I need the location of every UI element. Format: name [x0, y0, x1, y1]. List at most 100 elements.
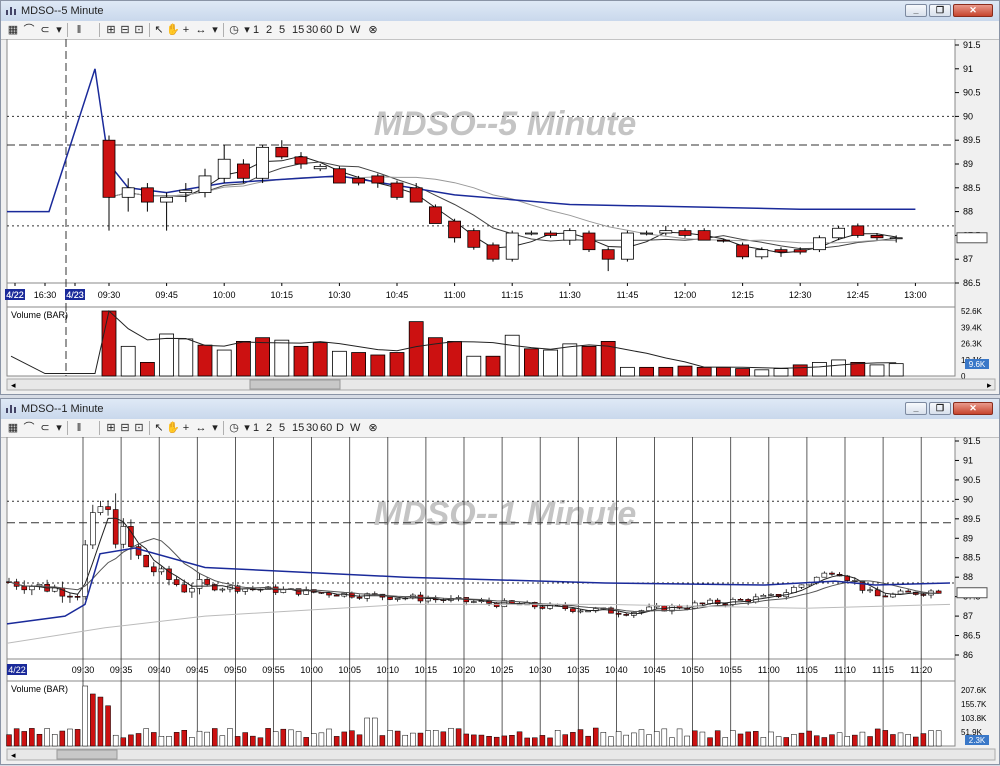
- close-button[interactable]: ✕: [953, 402, 993, 415]
- x-tick-label: 11:45: [616, 290, 638, 300]
- x-tick-label: 10:20: [453, 665, 476, 675]
- cancel-icon[interactable]: ⊗: [367, 421, 379, 435]
- chart-area[interactable]: MDSO--1 Minute 09:30 09:35 09:40 09:45 09:50 0…: [5, 436, 999, 763]
- fit-icon[interactable]: ⊡: [133, 23, 145, 37]
- period-15-button[interactable]: 15: [292, 23, 304, 37]
- zoom-in-icon[interactable]: ⊞: [105, 23, 117, 37]
- restore-button[interactable]: ❐: [929, 402, 951, 415]
- x-tick-label: 11:15: [872, 665, 894, 675]
- period-1-button[interactable]: 1: [253, 421, 259, 435]
- period-30-button[interactable]: 30: [306, 421, 318, 435]
- crosshair-icon[interactable]: +: [180, 421, 192, 435]
- chart-area[interactable]: MDSO--5 Minute86.58787.58888.58989.59090…: [5, 38, 999, 392]
- x-tick-label: 11:15: [501, 290, 523, 300]
- volume-bar: [501, 735, 508, 747]
- candle-body: [409, 187, 423, 203]
- pan-icon[interactable]: ‖: [73, 23, 85, 37]
- line-chart-icon[interactable]: ⌒: [23, 23, 35, 37]
- period-2-button[interactable]: 2: [266, 23, 272, 37]
- minimize-button[interactable]: _: [905, 402, 927, 415]
- candle-body: [736, 244, 749, 258]
- x-tick-label: 10:00: [300, 665, 323, 675]
- y-tick-label: 89.5: [963, 135, 981, 145]
- link-icon[interactable]: ⊂: [39, 421, 51, 435]
- x-tick-label: 09:40: [148, 665, 171, 675]
- price-volume-chart-5min[interactable]: MDSO--5 Minute86.58787.58888.58989.59090…: [5, 38, 999, 392]
- measure-icon[interactable]: ↔: [195, 421, 207, 435]
- x-tick-label: 10:55: [719, 665, 742, 675]
- pan-icon[interactable]: ‖: [73, 421, 85, 435]
- volume-bar: [768, 731, 774, 747]
- period-15-button[interactable]: 15: [292, 421, 304, 435]
- crosshair-icon[interactable]: +: [180, 23, 192, 37]
- x-tick-label: 10:15: [271, 290, 294, 300]
- zoom-out-icon[interactable]: ⊟: [119, 421, 131, 435]
- period-1-button[interactable]: 1: [253, 23, 259, 37]
- period-5-button[interactable]: 5: [279, 421, 285, 435]
- period-2-button[interactable]: 2: [266, 421, 272, 435]
- candle-body: [525, 232, 538, 235]
- dropdown-arrow-icon[interactable]: ▾: [241, 421, 253, 435]
- dropdown-arrow-icon[interactable]: ▾: [53, 23, 65, 37]
- restore-button[interactable]: ❐: [929, 4, 951, 17]
- period-weekly-button[interactable]: W: [350, 23, 360, 37]
- dropdown-arrow-icon[interactable]: ▾: [53, 421, 65, 435]
- y-tick-label: 90.5: [963, 88, 981, 98]
- chart-bars-icon[interactable]: ▦: [7, 23, 19, 37]
- volume-bar: [318, 732, 325, 747]
- hand-icon[interactable]: ✋: [166, 421, 180, 435]
- candle-body: [813, 237, 826, 251]
- candle-body: [798, 584, 805, 588]
- x-tick-label: 11:05: [796, 665, 818, 675]
- zoom-in-icon[interactable]: ⊞: [105, 421, 117, 435]
- price-volume-chart-1min[interactable]: MDSO--1 Minute 09:30 09:35 09:40 09:45 09:50 0…: [5, 436, 999, 763]
- clock-icon[interactable]: ◷: [228, 23, 240, 37]
- x-tick-label: 09:30: [72, 665, 95, 675]
- period-60-button[interactable]: 60: [320, 421, 332, 435]
- candle-body: [793, 249, 807, 253]
- fit-icon[interactable]: ⊡: [133, 421, 145, 435]
- pointer-icon[interactable]: ↖: [153, 421, 165, 435]
- title-bar[interactable]: MDSO--1 Minute _ ❐ ✕: [1, 399, 999, 420]
- clock-icon[interactable]: ◷: [228, 421, 240, 435]
- hand-icon[interactable]: ✋: [166, 23, 180, 37]
- volume-bar: [661, 728, 668, 747]
- volume-bar: [486, 735, 492, 747]
- link-icon[interactable]: ⊂: [39, 23, 51, 37]
- pointer-icon[interactable]: ↖: [153, 23, 165, 37]
- x-tick-label: 10:05: [338, 665, 361, 675]
- volume-bar: [730, 730, 736, 747]
- dropdown-arrow-icon[interactable]: ▾: [209, 421, 221, 435]
- period-daily-button[interactable]: D: [336, 421, 344, 435]
- period-5-button[interactable]: 5: [279, 23, 285, 37]
- volume-bar: [859, 731, 866, 747]
- candle-body: [217, 158, 231, 179]
- x-tick-label: 10:30: [328, 290, 351, 300]
- period-30-button[interactable]: 30: [306, 23, 318, 37]
- title-bar[interactable]: MDSO--5 Minute _ ❐ ✕: [1, 1, 999, 22]
- dropdown-arrow-icon[interactable]: ▾: [241, 23, 253, 37]
- y-tick-label: 89.5: [963, 514, 981, 524]
- period-60-button[interactable]: 60: [320, 23, 332, 37]
- volume-bar: [812, 362, 827, 377]
- cancel-icon[interactable]: ⊗: [367, 23, 379, 37]
- measure-icon[interactable]: ↔: [195, 23, 207, 37]
- volume-bar: [608, 736, 614, 747]
- period-weekly-button[interactable]: W: [350, 421, 360, 435]
- period-daily-button[interactable]: D: [336, 23, 344, 37]
- volume-bar: [455, 728, 462, 747]
- close-button[interactable]: ✕: [953, 4, 993, 17]
- volume-bar: [341, 731, 348, 747]
- candle-body: [425, 598, 431, 602]
- minimize-button[interactable]: _: [905, 4, 927, 17]
- zoom-out-icon[interactable]: ⊟: [119, 23, 131, 37]
- volume-bar: [677, 365, 693, 377]
- dropdown-arrow-icon[interactable]: ▾: [209, 23, 221, 37]
- volume-bar: [280, 728, 287, 747]
- x-tick-label: 09:45: [155, 290, 178, 300]
- chart-bars-icon[interactable]: ▦: [7, 421, 19, 435]
- candle-body: [699, 602, 706, 605]
- chart-watermark: MDSO--5 Minute: [374, 105, 637, 143]
- candle-body: [179, 189, 193, 193]
- line-chart-icon[interactable]: ⌒: [23, 421, 35, 435]
